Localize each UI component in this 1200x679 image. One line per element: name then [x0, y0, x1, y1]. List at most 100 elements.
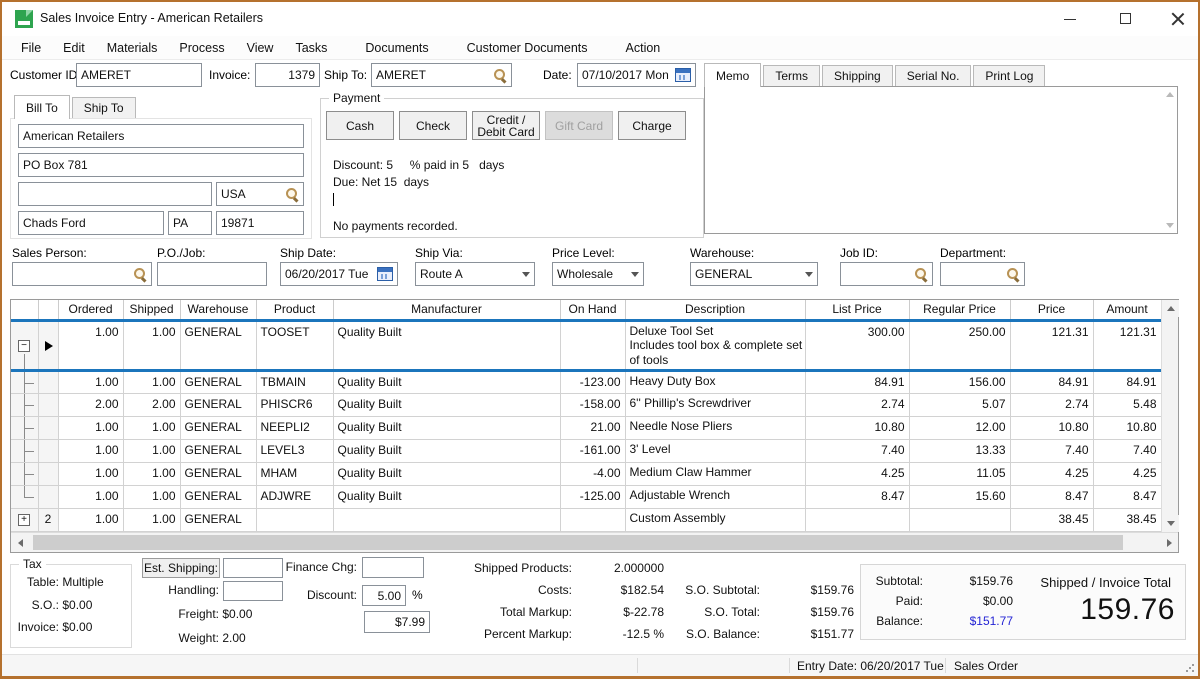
bill-to-zip-input[interactable]: 19871 [216, 211, 304, 235]
grid-row[interactable]: 1.001.00GENERALTBMAINQuality Built-123.0… [11, 370, 1161, 393]
cell-shipped[interactable]: 1.00 [123, 370, 180, 393]
cell-amount[interactable]: 121.31 [1093, 320, 1161, 370]
cell-regular-price[interactable]: 5.07 [909, 393, 1010, 416]
grid-col-manufacturer[interactable]: Manufacturer [333, 300, 560, 320]
memo-scroll-down-icon[interactable] [1166, 223, 1174, 228]
cell-on-hand[interactable]: 21.00 [560, 416, 625, 439]
ship-date-input[interactable]: 06/20/2017 Tue [280, 262, 398, 286]
cell-shipped[interactable]: 1.00 [123, 462, 180, 485]
cell-shipped[interactable]: 2.00 [123, 393, 180, 416]
cell-on-hand[interactable]: -158.00 [560, 393, 625, 416]
sales-person-input[interactable] [12, 262, 152, 286]
cell-product[interactable]: ADJWRE [256, 485, 333, 508]
cell-amount[interactable]: 8.47 [1093, 485, 1161, 508]
cell-manufacturer[interactable]: Quality Built [333, 370, 560, 393]
cell-price[interactable]: 38.45 [1010, 508, 1093, 531]
grid-vertical-scrollbar[interactable] [1161, 300, 1178, 532]
cell-price[interactable]: 7.40 [1010, 439, 1093, 462]
lookup-icon[interactable] [285, 187, 299, 201]
resize-grip-icon[interactable] [1185, 663, 1195, 673]
cash-button[interactable]: Cash [326, 111, 394, 140]
scroll-left-icon[interactable] [18, 539, 23, 547]
bill-to-name-input[interactable]: American Retailers [18, 124, 304, 148]
cell-warehouse[interactable]: GENERAL [180, 416, 256, 439]
cell-product[interactable] [256, 508, 333, 531]
tab-terms[interactable]: Terms [763, 65, 820, 87]
memo-scroll-up-icon[interactable] [1166, 92, 1174, 97]
minimize-button[interactable] [1055, 10, 1085, 28]
cell-warehouse[interactable]: GENERAL [180, 320, 256, 370]
memo-textarea[interactable] [704, 86, 1178, 234]
cell-shipped[interactable]: 1.00 [123, 485, 180, 508]
check-button[interactable]: Check [399, 111, 467, 140]
cell-ordered[interactable]: 1.00 [58, 462, 123, 485]
tab-bill-to[interactable]: Bill To [14, 95, 70, 119]
cell-list-price[interactable]: 10.80 [805, 416, 909, 439]
menu-item-edit[interactable]: Edit [52, 41, 96, 55]
cell-price[interactable]: 121.31 [1010, 320, 1093, 370]
cell-on-hand[interactable] [560, 320, 625, 370]
cell-description[interactable]: Heavy Duty Box [625, 370, 805, 393]
menu-item-customer-documents[interactable]: Customer Documents [456, 41, 599, 55]
bill-to-country-input[interactable]: USA [216, 182, 304, 206]
scrollbar-thumb[interactable] [33, 535, 1123, 550]
cell-on-hand[interactable]: -123.00 [560, 370, 625, 393]
price-level-select[interactable]: Wholesale [552, 262, 644, 286]
bill-to-address1-input[interactable]: PO Box 781 [18, 153, 304, 177]
cell-amount[interactable]: 38.45 [1093, 508, 1161, 531]
grid-row[interactable]: +21.001.00GENERALCustom Assembly38.4538.… [11, 508, 1161, 531]
cell-shipped[interactable]: 1.00 [123, 416, 180, 439]
cell-ordered[interactable]: 1.00 [58, 439, 123, 462]
cell-product[interactable]: TBMAIN [256, 370, 333, 393]
grid-col-price[interactable]: Price [1010, 300, 1093, 320]
grid-horizontal-scrollbar[interactable] [11, 532, 1178, 552]
cell-price[interactable]: 8.47 [1010, 485, 1093, 508]
cell-ordered[interactable]: 1.00 [58, 320, 123, 370]
credit-debit-card-button[interactable]: Credit / Debit Card [472, 111, 540, 140]
cell-list-price[interactable] [805, 508, 909, 531]
bill-to-city-input[interactable]: Chads Ford [18, 211, 164, 235]
cell-amount[interactable]: 4.25 [1093, 462, 1161, 485]
scroll-down-icon[interactable] [1167, 521, 1175, 526]
cell-warehouse[interactable]: GENERAL [180, 508, 256, 531]
menu-item-file[interactable]: File [10, 41, 52, 55]
cell-warehouse[interactable]: GENERAL [180, 439, 256, 462]
grid-col-ordered[interactable]: Ordered [58, 300, 123, 320]
grid-col-description[interactable]: Description [625, 300, 805, 320]
cell-regular-price[interactable] [909, 508, 1010, 531]
cell-description[interactable]: 3' Level [625, 439, 805, 462]
cell-price[interactable]: 84.91 [1010, 370, 1093, 393]
grid-col-warehouse[interactable]: Warehouse [180, 300, 256, 320]
cell-manufacturer[interactable]: Quality Built [333, 393, 560, 416]
cell-list-price[interactable]: 84.91 [805, 370, 909, 393]
tab-memo[interactable]: Memo [704, 63, 761, 87]
grid-row[interactable]: −1.001.00GENERALTOOSETQuality BuiltDelux… [11, 320, 1161, 370]
cell-regular-price[interactable]: 15.60 [909, 485, 1010, 508]
menu-item-documents[interactable]: Documents [354, 41, 439, 55]
invoice-input[interactable]: 1379 [255, 63, 320, 87]
tab-shipping[interactable]: Shipping [822, 65, 893, 87]
cell-description[interactable]: Deluxe Tool Set Includes tool box & comp… [625, 320, 805, 370]
grid-col-regular-price[interactable]: Regular Price [909, 300, 1010, 320]
scroll-right-icon[interactable] [1167, 539, 1172, 547]
cell-on-hand[interactable]: -125.00 [560, 485, 625, 508]
grid-col-amount[interactable]: Amount [1093, 300, 1161, 320]
cell-warehouse[interactable]: GENERAL [180, 393, 256, 416]
grid-col-list-price[interactable]: List Price [805, 300, 909, 320]
cell-product[interactable]: NEEPLI2 [256, 416, 333, 439]
cell-description[interactable]: Medium Claw Hammer [625, 462, 805, 485]
cell-shipped[interactable]: 1.00 [123, 439, 180, 462]
tab-serial-no[interactable]: Serial No. [895, 65, 972, 87]
cell-manufacturer[interactable]: Quality Built [333, 439, 560, 462]
cell-manufacturer[interactable]: Quality Built [333, 416, 560, 439]
cell-price[interactable]: 4.25 [1010, 462, 1093, 485]
cell-regular-price[interactable]: 12.00 [909, 416, 1010, 439]
menu-item-action[interactable]: Action [615, 41, 672, 55]
cell-ordered[interactable]: 1.00 [58, 508, 123, 531]
cell-regular-price[interactable]: 156.00 [909, 370, 1010, 393]
lookup-icon[interactable] [133, 267, 147, 281]
cell-manufacturer[interactable]: Quality Built [333, 320, 560, 370]
cell-price[interactable]: 2.74 [1010, 393, 1093, 416]
tab-print-log[interactable]: Print Log [973, 65, 1045, 87]
ship-to-input[interactable]: AMERET [371, 63, 512, 87]
